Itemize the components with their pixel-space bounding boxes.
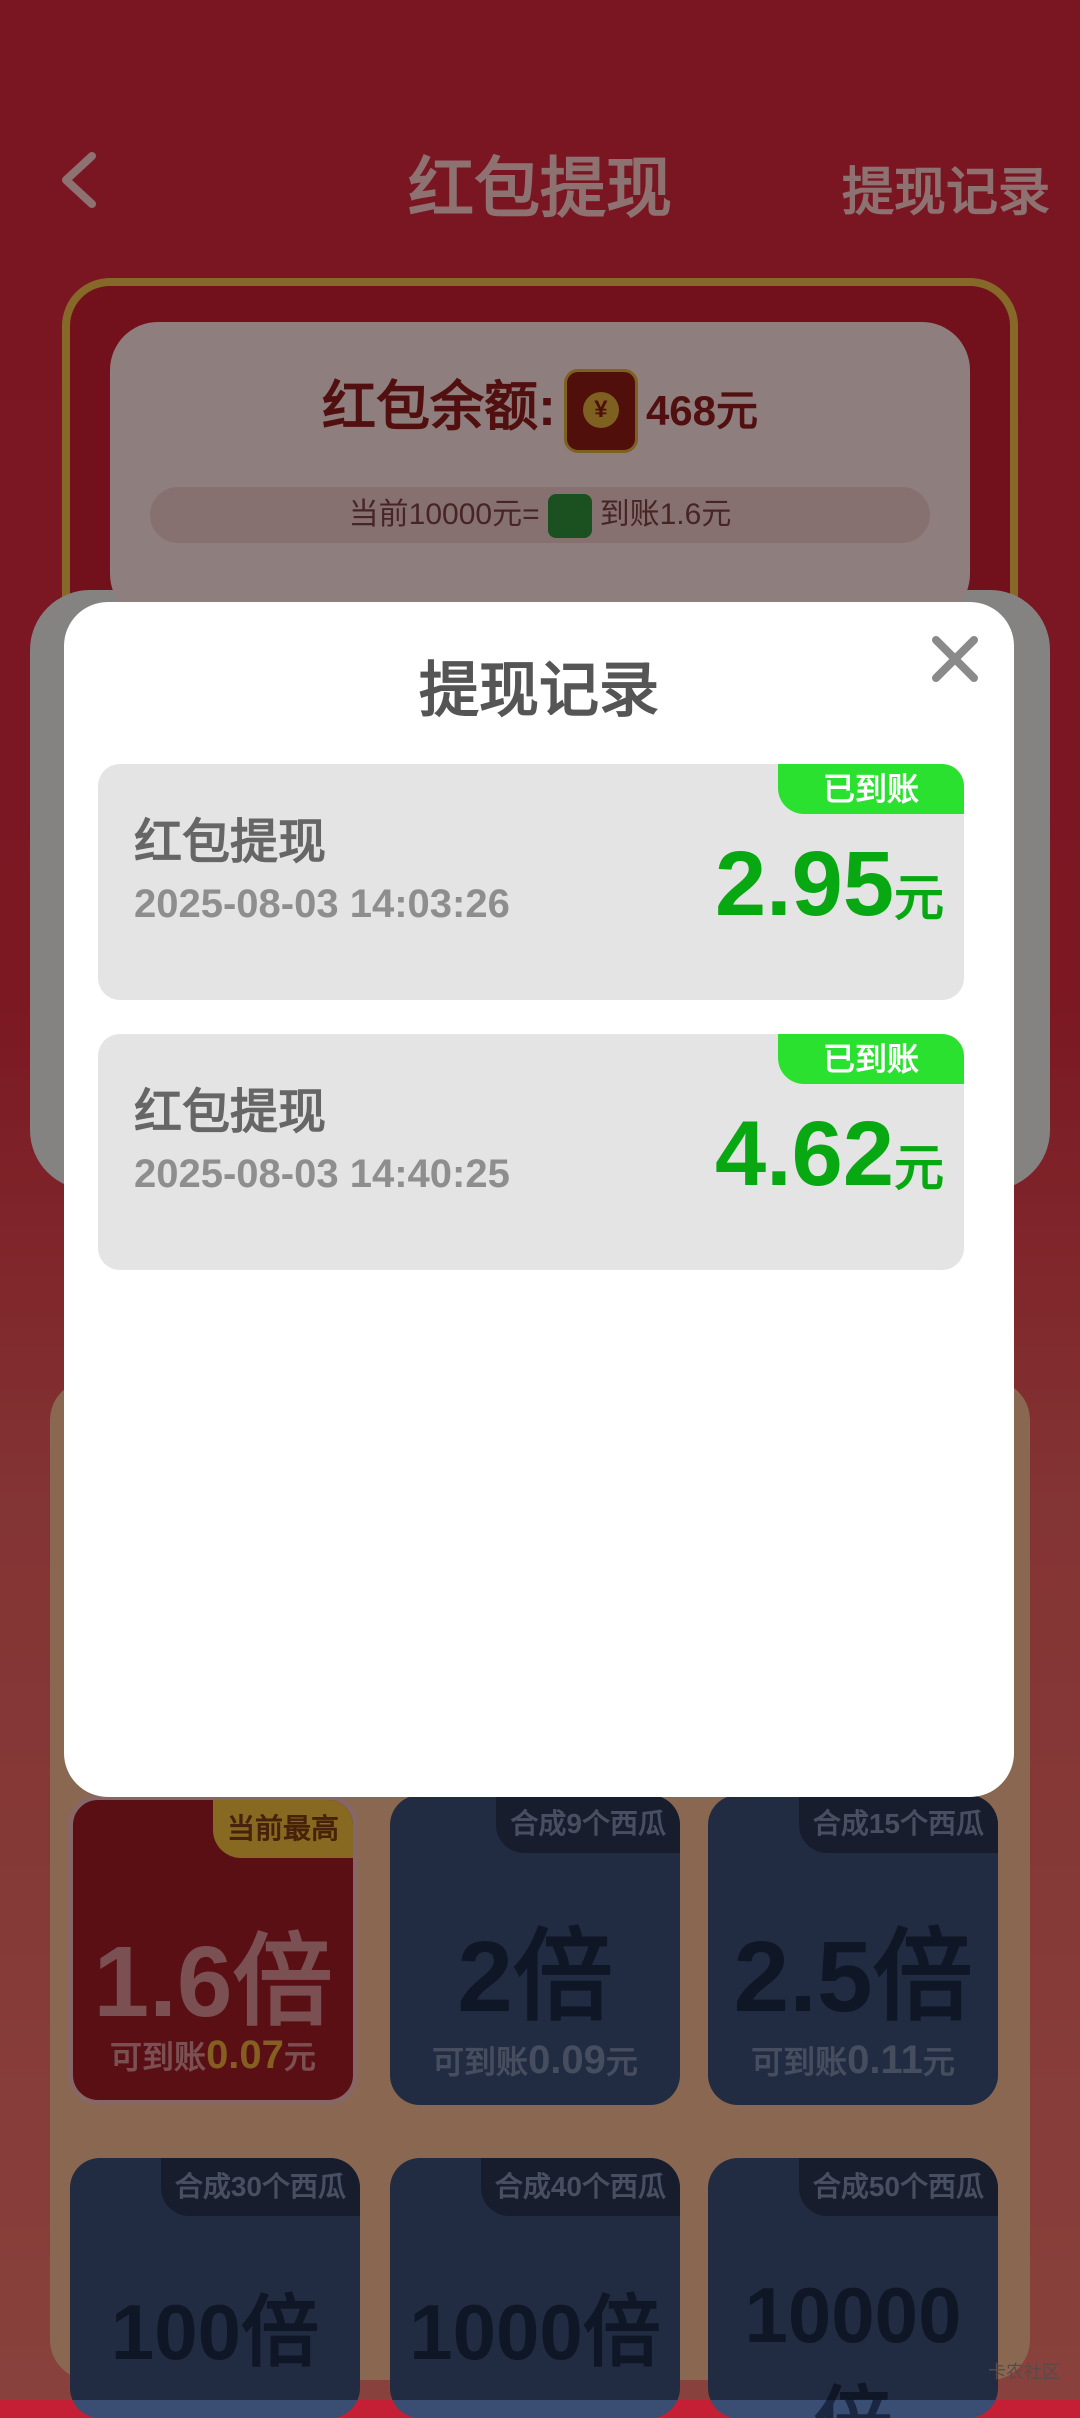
record-time: 2025-08-03 14:03:26 xyxy=(134,882,510,926)
record-item: 已到账 红包提现 2025-08-03 14:40:25 4.62元 xyxy=(98,1034,964,1270)
record-name: 红包提现 xyxy=(134,816,327,869)
record-name: 红包提现 xyxy=(134,1086,327,1139)
amount-unit: 元 xyxy=(894,1140,944,1196)
record-amount: 4.62元 xyxy=(715,1102,944,1207)
record-amount: 2.95元 xyxy=(715,832,944,937)
record-time: 2025-08-03 14:40:25 xyxy=(134,1152,510,1196)
close-icon xyxy=(932,636,978,682)
status-badge: 已到账 xyxy=(778,1034,964,1084)
amount-value: 2.95 xyxy=(714,833,894,935)
status-badge: 已到账 xyxy=(778,764,964,814)
modal-title: 提现记录 xyxy=(419,657,659,724)
record-item: 已到账 红包提现 2025-08-03 14:03:26 2.95元 xyxy=(98,764,964,1000)
withdraw-record-modal: 提现记录 已到账 红包提现 2025-08-03 14:03:26 2.95元 … xyxy=(64,602,1014,1797)
close-button[interactable] xyxy=(928,632,982,686)
amount-value: 4.62 xyxy=(714,1103,894,1205)
amount-unit: 元 xyxy=(894,870,944,926)
watermark: 卡农社区 xyxy=(988,2362,1060,2382)
